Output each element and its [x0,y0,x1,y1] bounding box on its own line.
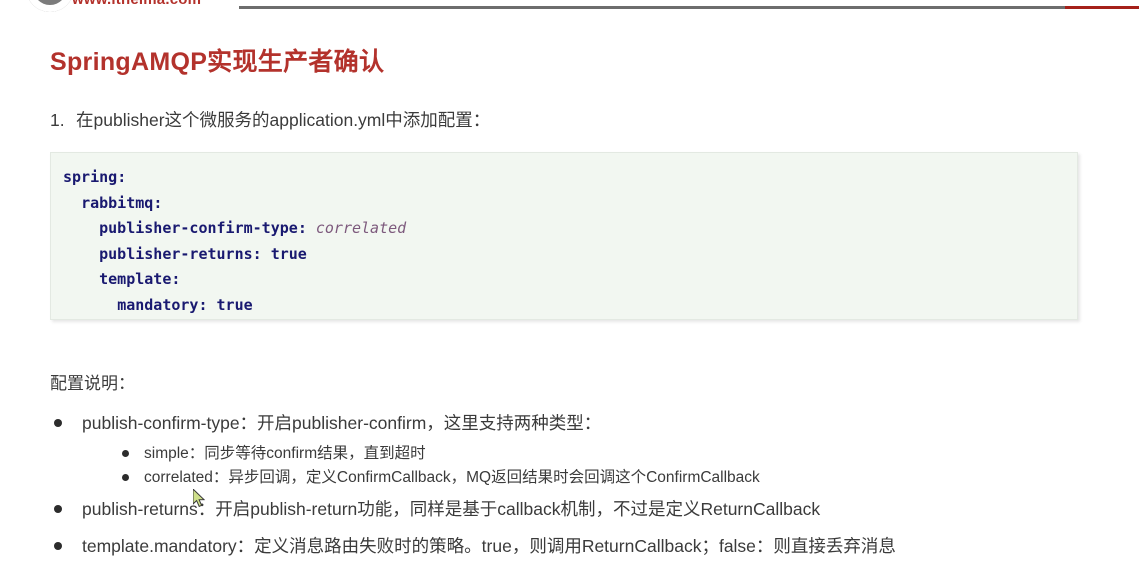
list-item-label: simple：同步等待confirm结果，直到超时 [144,445,426,462]
config-bullet-list: publish-confirm-type：开启publisher-confirm… [50,410,1110,559]
step-item-1: 1. 在publisher这个微服务的application.yml中添加配置： [50,107,490,132]
code-token-key: spring [63,168,118,186]
bullet-dot-icon [54,505,62,513]
list-item: publish-returns：开启publish-return功能，同样是基于… [50,496,1110,522]
bullet-dot-icon [122,450,129,457]
page-header: www.itheima.com [0,0,1139,14]
code-line: template: [63,267,1077,293]
list-item-label: publish-returns：开启publish-return功能，同样是基于… [82,499,821,519]
code-token-key: mandatory [117,295,199,314]
list-item-label: publish-confirm-type：开启publisher-confirm… [82,413,602,433]
code-token-key: rabbitmq [81,193,154,212]
code-token-key: template [99,270,172,288]
code-token-colon: : [252,244,262,263]
list-item: simple：同步等待confirm结果，直到超时 [108,442,1110,466]
code-token-value: correlated [315,219,407,237]
code-line: rabbitmq: [63,191,1077,217]
yaml-code-block: spring: rabbitmq: publisher-confirm-type… [50,152,1078,320]
bullet-dot-icon [122,474,129,481]
code-token-colon: : [153,193,163,212]
code-line: mandatory: true [63,293,1077,319]
code-token-colon: : [297,219,307,237]
code-line: publisher-confirm-type: correlated [63,216,1077,242]
code-token-key: publisher-confirm-type [99,219,298,237]
list-item-label: correlated：异步回调，定义ConfirmCallback，MQ返回结果… [144,469,760,486]
config-sub-list: simple：同步等待confirm结果，直到超时 correlated：异步回… [50,442,1110,490]
list-item: publish-confirm-type：开启publisher-confirm… [50,410,1110,436]
code-line: spring: [63,165,1077,191]
header-rule-gray [239,6,1065,9]
code-token-colon: : [171,270,181,288]
site-url-text: www.itheima.com [72,0,201,8]
list-item-label: template.mandatory：定义消息路由失败时的策略。true，则调用… [82,536,896,556]
code-token-value: true [216,295,253,314]
bullet-dot-icon [54,419,62,427]
page-title: SpringAMQP实现生产者确认 [50,48,385,76]
list-item: template.mandatory：定义消息路由失败时的策略。true，则调用… [50,533,1110,559]
list-item: correlated：异步回调，定义ConfirmCallback，MQ返回结果… [108,466,1110,490]
code-line: publisher-returns: true [63,242,1077,268]
code-token-colon: : [117,168,127,186]
step-number: 1. [50,110,65,130]
config-note-heading: 配置说明： [50,374,135,393]
bullet-dot-icon [54,542,62,550]
code-token-key: publisher-returns [99,244,253,263]
code-token-colon: : [198,295,208,314]
step-text: 在publisher这个微服务的application.yml中添加配置： [76,110,491,130]
itheima-logo-icon [26,0,74,12]
header-rule-red [1065,6,1139,9]
code-token-value: true [270,244,307,263]
slide-body: SpringAMQP实现生产者确认 1. 在publisher这个微服务的appl… [0,14,1139,585]
